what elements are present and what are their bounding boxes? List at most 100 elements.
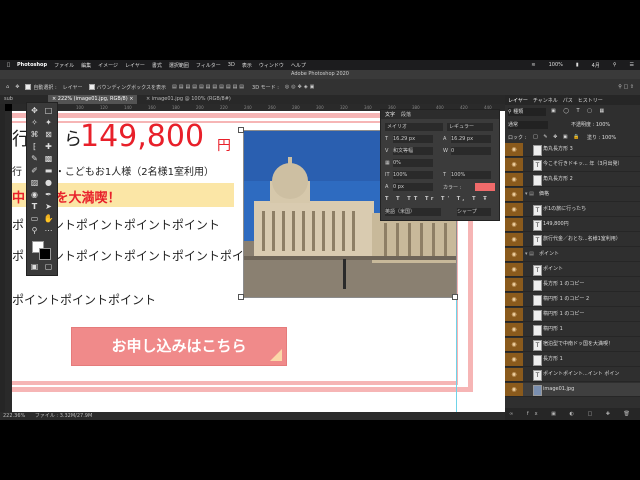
eyedropper-icon[interactable]: ⁅: [29, 141, 40, 152]
vscale-field[interactable]: 100%: [393, 171, 433, 179]
eye-icon[interactable]: ◉: [505, 323, 523, 336]
eye-icon[interactable]: ◉: [505, 158, 523, 171]
menu-filter[interactable]: フィルター: [196, 62, 221, 69]
search-icon[interactable]: ⚲: [613, 62, 617, 68]
move-tool-icon[interactable]: ✥: [29, 105, 40, 116]
lock-icons[interactable]: □ ✎ ✥ ▣ 🔒: [533, 134, 581, 140]
quick-mask-icon[interactable]: ▣: [29, 261, 40, 272]
magic-wand-icon[interactable]: ✦: [43, 117, 54, 128]
eye-icon[interactable]: ◉: [505, 218, 523, 231]
zoom-level[interactable]: 222.36%: [3, 413, 25, 419]
layer-row[interactable]: ◉ T ポイント: [505, 263, 640, 277]
layer-row[interactable]: ◉ T ポイントポイント...イント ポイン: [505, 368, 640, 382]
layer-row[interactable]: ◉ 楕円形 1 のコピー 2: [505, 293, 640, 307]
apply-button[interactable]: お申し込みはこちら: [71, 327, 287, 366]
eye-icon[interactable]: ◉: [505, 308, 523, 321]
opacity-field[interactable]: 不透明度 : 100%: [571, 121, 610, 128]
font-style-select[interactable]: レギュラー: [447, 123, 493, 131]
layer-row[interactable]: ◉ 長方形 1: [505, 353, 640, 367]
crop-tool-icon[interactable]: ⌘: [29, 129, 40, 140]
fill-field[interactable]: 塗り : 100%: [587, 134, 616, 141]
handle-bottom-left[interactable]: [238, 294, 244, 300]
layer-row[interactable]: ◉ T 旅行代金／おとな...名様1室利用）: [505, 233, 640, 247]
tab-character[interactable]: 文字: [385, 111, 395, 118]
menu-edit[interactable]: 編集: [81, 62, 91, 69]
eye-icon[interactable]: ◉: [505, 248, 523, 261]
stamp-icon[interactable]: ▩: [43, 153, 54, 164]
share-icons[interactable]: ⚲ □ ⇧: [618, 84, 634, 90]
tsume-field[interactable]: 0%: [393, 159, 433, 167]
zoom-tool-icon[interactable]: ⚲: [29, 225, 40, 236]
blur-icon[interactable]: ●: [43, 177, 54, 188]
handle-bottom-right[interactable]: [452, 294, 458, 300]
layer-row[interactable]: ◉ T 149,800円: [505, 218, 640, 232]
handle-top-left[interactable]: [238, 127, 244, 133]
battery-icon[interactable]: ▮: [576, 62, 579, 68]
history-brush-icon[interactable]: ✐: [29, 165, 40, 176]
tab-history[interactable]: ヒストリー: [578, 97, 603, 104]
type-tool-icon[interactable]: T: [29, 201, 40, 212]
layer-row[interactable]: ◉ ▾ ▤ 価格: [505, 188, 640, 202]
marquee-tool-icon[interactable]: □: [43, 105, 54, 116]
heal-brush-icon[interactable]: ✚: [43, 141, 54, 152]
home-icon[interactable]: ⌂: [6, 84, 9, 90]
eye-icon[interactable]: ◉: [505, 188, 523, 201]
tab-paragraph[interactable]: 段落: [401, 111, 411, 118]
layer-dropdown[interactable]: レイヤー: [63, 84, 83, 91]
baseline-field[interactable]: 0 px: [393, 183, 433, 191]
wifi-icon[interactable]: ≋: [531, 62, 535, 68]
eye-icon[interactable]: ◉: [505, 383, 523, 396]
menu-window[interactable]: ウィンドウ: [259, 62, 284, 69]
font-size-field[interactable]: 16.29 px: [393, 135, 433, 143]
path-select-icon[interactable]: ➤: [43, 201, 54, 212]
background-color-swatch[interactable]: [39, 248, 51, 260]
menu-help[interactable]: ヘルプ: [291, 62, 306, 69]
font-family-select[interactable]: メイリオ: [385, 123, 443, 131]
rectangle-tool-icon[interactable]: ▭: [29, 213, 40, 224]
language-select[interactable]: 英語（米国）: [385, 208, 441, 216]
layer-row[interactable]: ◉ 角丸長方形 3: [505, 143, 640, 157]
tab-layers[interactable]: レイヤー: [508, 97, 528, 104]
leading-field[interactable]: 16.29 px: [451, 135, 491, 143]
menu-select[interactable]: 選択範囲: [169, 62, 189, 69]
menu-image[interactable]: イメージ: [98, 62, 118, 69]
ruler-vertical[interactable]: [5, 111, 12, 412]
kind-filter[interactable]: ⚲ 種類: [508, 108, 546, 116]
text-color-swatch[interactable]: [475, 183, 495, 191]
layer-row[interactable]: ◉ ▾ ▤ ポイント: [505, 248, 640, 262]
menu-layer[interactable]: レイヤー: [125, 62, 145, 69]
eye-icon[interactable]: ◉: [505, 143, 523, 156]
layer-row[interactable]: ◉ T 宿泊型で中南ドッ国を大満喫！: [505, 338, 640, 352]
tab-channels[interactable]: チャンネル: [533, 97, 558, 104]
layer-footer-icons[interactable]: ∞ fx ▣ ◐ □ ✚ 🗑: [505, 408, 640, 420]
screen-mode-icon[interactable]: ▢: [43, 261, 54, 272]
layer-row[interactable]: ◉ 長方形 1 のコピー: [505, 278, 640, 292]
menu-type[interactable]: 書式: [152, 62, 162, 69]
dodge-icon[interactable]: ◉: [29, 189, 40, 200]
blend-mode-select[interactable]: 通常: [508, 121, 548, 129]
frame-tool-icon[interactable]: ⊠: [43, 129, 54, 140]
eye-icon[interactable]: ◉: [505, 293, 523, 306]
eye-icon[interactable]: ◉: [505, 278, 523, 291]
folder-icon[interactable]: ▾ ▤: [525, 188, 534, 201]
hand-tool-icon[interactable]: ✋: [43, 213, 54, 224]
move-tool-icon[interactable]: ✥: [15, 84, 19, 90]
eye-icon[interactable]: ◉: [505, 338, 523, 351]
app-menu[interactable]: Photoshop: [17, 62, 47, 68]
kerning-field[interactable]: 和文等幅: [393, 147, 433, 155]
eye-icon[interactable]: ◉: [505, 233, 523, 246]
more-tools-icon[interactable]: ⋯: [43, 225, 54, 236]
hscale-field[interactable]: 100%: [451, 171, 491, 179]
gradient-icon[interactable]: ▨: [29, 177, 40, 188]
folder-icon[interactable]: ▾ ▤: [525, 248, 534, 261]
3d-icons[interactable]: ◎◎✥◈▣: [285, 84, 316, 90]
eye-icon[interactable]: ◉: [505, 203, 523, 216]
align-icons[interactable]: ▤▤▤▤▤▤▤▤▤▤▤: [172, 84, 246, 90]
bounding-box-checkbox[interactable]: バウンディングボックスを表示: [88, 84, 166, 91]
tab-active-document[interactable]: × 222% (image01.jpg, RGB/8) ×: [48, 95, 138, 104]
tab-image01[interactable]: × image01.jpg @ 100% (RGB/8#): [142, 95, 235, 104]
tab-sub[interactable]: sub: [0, 95, 17, 104]
layer-row[interactable]: ◉ image01.jpg: [505, 383, 640, 397]
apple-icon[interactable]: : [7, 62, 10, 68]
layer-row[interactable]: ◉ T ボ1の旅に行ったち: [505, 203, 640, 217]
